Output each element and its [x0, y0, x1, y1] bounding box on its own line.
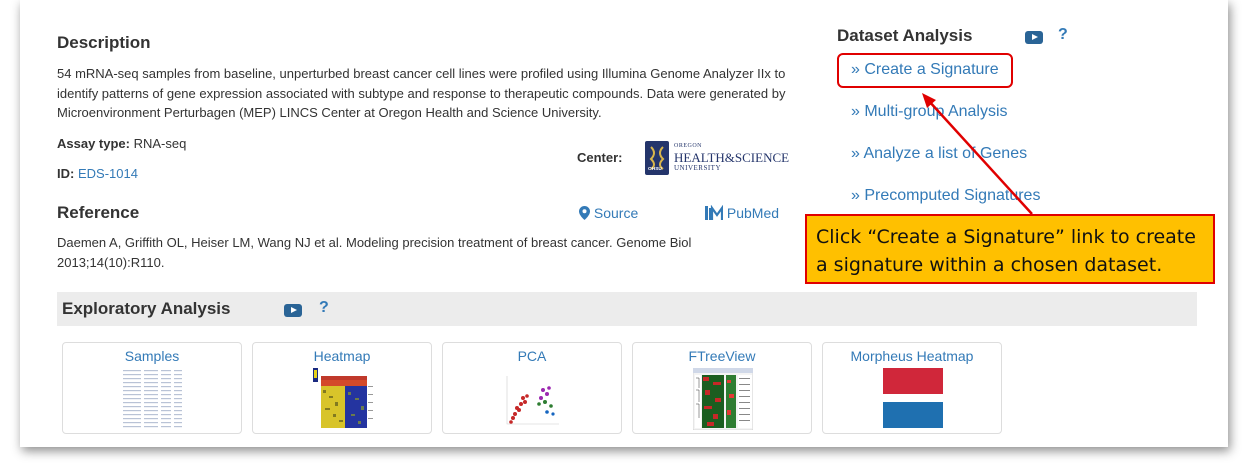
center-label: Center:: [577, 150, 623, 165]
instruction-callout: Click “Create a Signature” link to creat…: [805, 214, 1215, 284]
dataset-analysis-help[interactable]: ?: [1058, 26, 1068, 44]
ohsu-logo-sub: UNIVERSITY: [674, 164, 721, 172]
pubmed-label[interactable]: PubMed: [727, 205, 779, 221]
pca-card[interactable]: PCA: [442, 342, 622, 434]
ohsu-seal-text: OHSU: [648, 167, 662, 172]
pubmed-icon: [705, 204, 724, 220]
source-link[interactable]: Source: [579, 205, 638, 221]
ftreeview-card[interactable]: FTreeView: [632, 342, 812, 434]
exploratory-analysis-bar: Exploratory Analysis ?: [57, 292, 1197, 326]
pubmed-link[interactable]: PubMed: [705, 204, 779, 221]
morpheus-heatmap-card[interactable]: Morpheus Heatmap: [822, 342, 1002, 434]
exploratory-youtube-icon[interactable]: [284, 304, 302, 318]
ohsu-logo-small: OREGON: [674, 143, 702, 149]
samples-card[interactable]: Samples: [62, 342, 242, 434]
youtube-icon[interactable]: [1025, 31, 1043, 45]
pca-thumbnail: [503, 368, 563, 430]
description-heading: Description: [57, 33, 151, 52]
dataset-analysis-heading: Dataset Analysis: [837, 26, 973, 45]
reference-text: Daemen A, Griffith OL, Heiser LM, Wang N…: [57, 235, 692, 270]
pca-card-title[interactable]: PCA: [443, 348, 621, 364]
map-marker-icon: [579, 206, 590, 220]
morpheus-thumbnail: [883, 368, 943, 428]
annotation-arrow: [922, 93, 1033, 215]
reference-heading: Reference: [57, 203, 140, 222]
heatmap-thumbnail: [313, 368, 373, 430]
assay-type-label: Assay type:: [57, 136, 130, 151]
heatmap-card[interactable]: Heatmap: [252, 342, 432, 434]
dataset-id: ID: EDS-1014: [57, 164, 138, 184]
heatmap-card-title[interactable]: Heatmap: [253, 348, 431, 364]
morpheus-heatmap-card-title[interactable]: Morpheus Heatmap: [823, 348, 1001, 364]
samples-thumbnail: [123, 368, 183, 430]
ftreeview-card-title[interactable]: FTreeView: [633, 348, 811, 364]
dataset-page: Description 54 mRNA-seq samples from bas…: [20, 0, 1228, 447]
id-label: ID:: [57, 166, 75, 181]
source-label[interactable]: Source: [594, 205, 638, 221]
assay-type: Assay type: RNA-seq: [57, 134, 186, 154]
samples-card-title[interactable]: Samples: [63, 348, 241, 364]
description-text: 54 mRNA-seq samples from baseline, unper…: [57, 66, 786, 120]
ohsu-logo: OHSU OREGON HEALTH&SCIENCE UNIVERSITY: [645, 141, 789, 177]
id-link[interactable]: EDS-1014: [78, 166, 138, 181]
exploratory-help[interactable]: ?: [319, 299, 329, 317]
exploratory-analysis-heading: Exploratory Analysis: [62, 299, 231, 318]
assay-type-value: RNA-seq: [133, 136, 187, 151]
callout-line-1: Click “Create a Signature” link to creat…: [816, 226, 1196, 248]
ftreeview-thumbnail: [693, 368, 753, 430]
callout-line-2: a signature within a chosen dataset.: [816, 254, 1163, 276]
